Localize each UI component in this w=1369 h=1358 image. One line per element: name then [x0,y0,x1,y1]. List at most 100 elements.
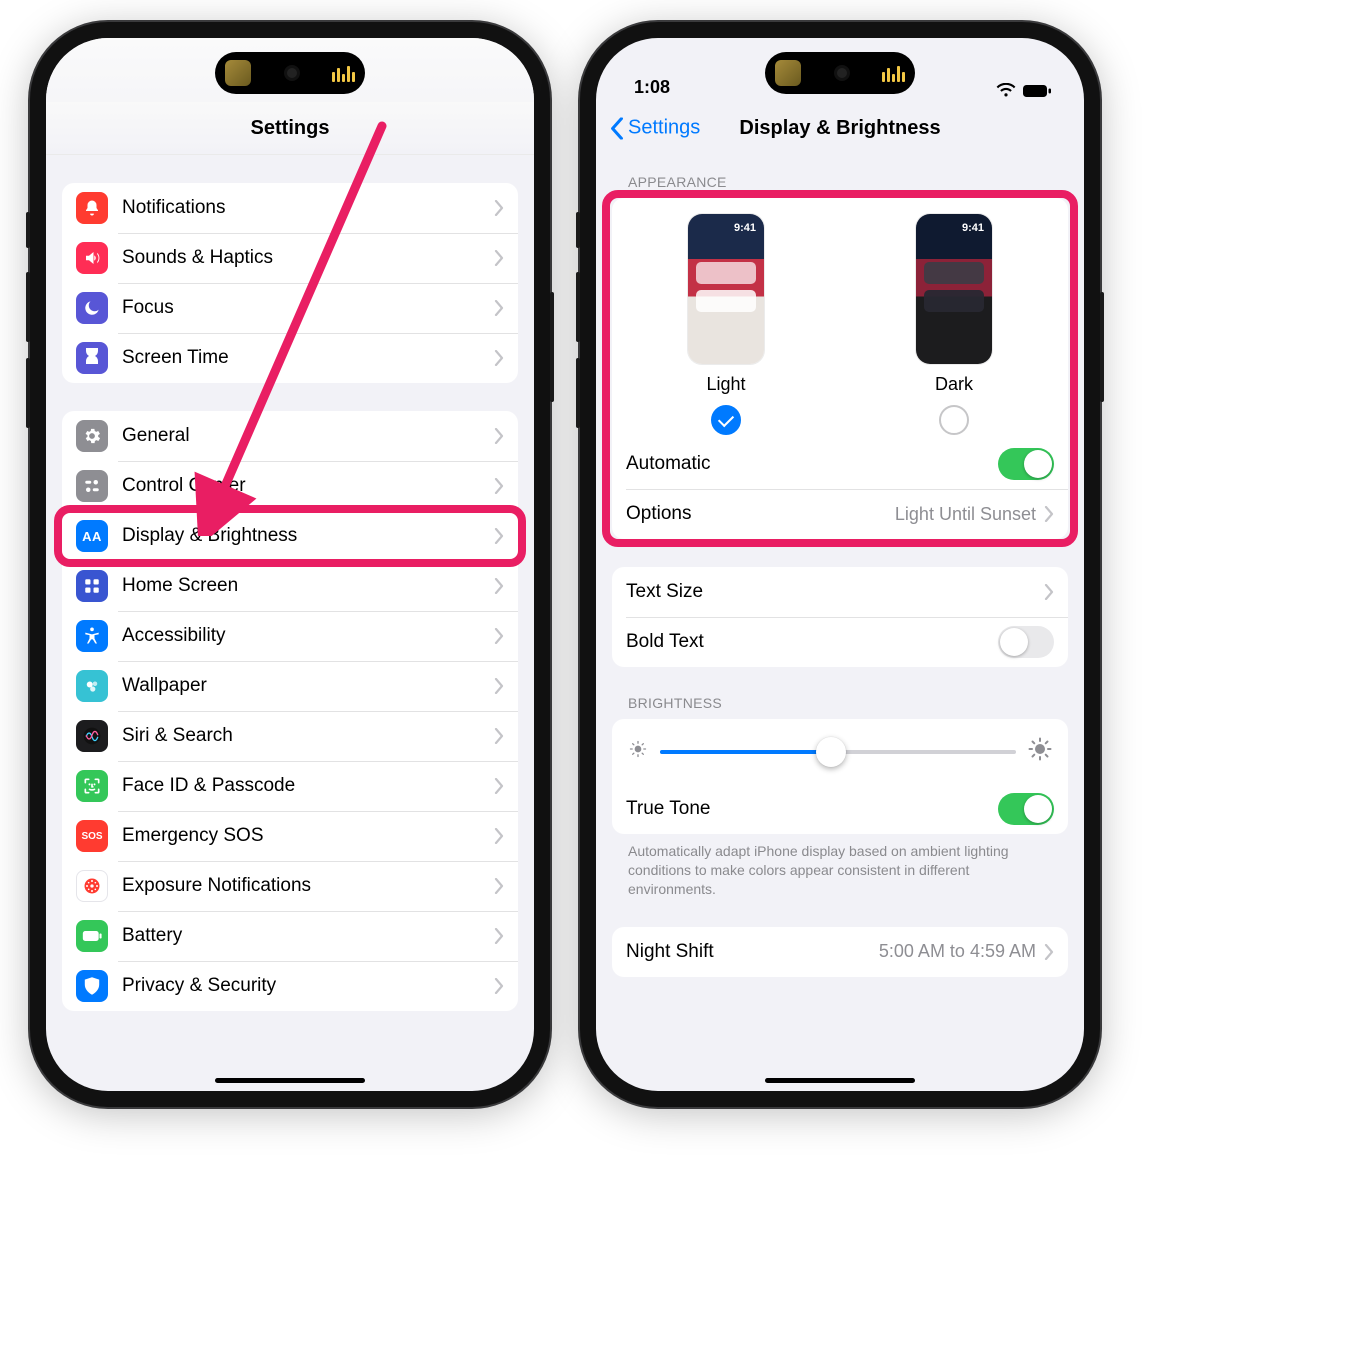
sun-min-icon [628,739,648,764]
settings-row-screentime[interactable]: Screen Time [62,333,518,383]
navbar: Settings Display & Brightness [596,102,1084,154]
row-label: Wallpaper [122,675,494,697]
settings-row-general[interactable]: General [62,411,518,461]
section-header-appearance: APPEARANCE [612,174,1068,198]
row-label: Control Center [122,475,494,497]
automatic-toggle[interactable] [998,448,1054,480]
row-label: Emergency SOS [122,825,494,847]
settings-row-sounds[interactable]: Sounds & Haptics [62,233,518,283]
row-label: Siri & Search [122,725,494,747]
light-preview-icon: 9:41 [688,214,764,364]
row-label: Screen Time [122,347,494,369]
focus-icon [76,292,108,324]
wifi-icon [996,83,1016,98]
chevron-right-icon [494,878,504,894]
chevron-right-icon [494,300,504,316]
row-label: Notifications [122,197,494,219]
audio-wave-icon [882,64,905,82]
row-label: Accessibility [122,625,494,647]
accessibility-icon [76,620,108,652]
settings-row-homescreen[interactable]: Home Screen [62,561,518,611]
chevron-right-icon [494,828,504,844]
battery-icon [76,920,108,952]
chevron-right-icon [1044,944,1054,960]
row-label: Home Screen [122,575,494,597]
chevron-right-icon [494,978,504,994]
settings-row-accessibility[interactable]: Accessibility [62,611,518,661]
now-playing-artwork-icon [225,60,251,86]
row-text-size[interactable]: Text Size [612,567,1068,617]
settings-row-privacy[interactable]: Privacy & Security [62,961,518,1011]
chevron-right-icon [494,200,504,216]
settings-row-exposure[interactable]: Exposure Notifications [62,861,518,911]
battery-icon [1022,84,1052,98]
true-tone-note: Automatically adapt iPhone display based… [612,834,1068,899]
night-shift-value: 5:00 AM to 4:59 AM [879,941,1036,962]
home-indicator[interactable] [215,1078,365,1083]
light-radio[interactable] [711,405,741,435]
options-value: Light Until Sunset [895,504,1036,525]
brightness-slider[interactable] [612,719,1068,784]
chevron-right-icon [494,528,504,544]
row-options[interactable]: Options Light Until Sunset [612,489,1068,539]
settings-row-controlcenter[interactable]: Control Center [62,461,518,511]
bold-text-toggle[interactable] [998,626,1054,658]
row-night-shift[interactable]: Night Shift 5:00 AM to 4:59 AM [612,927,1068,977]
settings-row-battery[interactable]: Battery [62,911,518,961]
controlcenter-icon [76,470,108,502]
slider-track[interactable] [660,750,1016,754]
phone-frame-right: 1:08 Settings Display & Brightness [580,22,1100,1107]
dynamic-island [765,52,915,94]
page-title: Settings [251,117,330,140]
faceid-icon [76,770,108,802]
settings-row-wallpaper[interactable]: Wallpaper [62,661,518,711]
row-automatic[interactable]: Automatic [612,439,1068,489]
light-label: Light [706,374,745,395]
phone-frame-left: 1:08 Settings NotificationsSounds & Hapt… [30,22,550,1107]
row-bold-text[interactable]: Bold Text [612,617,1068,667]
chevron-right-icon [494,628,504,644]
general-icon [76,420,108,452]
true-tone-toggle[interactable] [998,793,1054,825]
back-button[interactable]: Settings [610,117,700,140]
dynamic-island [215,52,365,94]
sos-icon: SOS [76,820,108,852]
dark-label: Dark [935,374,973,395]
siri-icon [76,720,108,752]
row-label: Exposure Notifications [122,875,494,897]
row-label: Privacy & Security [122,975,494,997]
chevron-right-icon [494,350,504,366]
row-label: Sounds & Haptics [122,247,494,269]
dark-radio[interactable] [939,405,969,435]
appearance-option-dark[interactable]: 9:41 Dark [851,214,1056,435]
wifi-icon [446,83,466,98]
appearance-option-light[interactable]: 9:41 Light [623,214,828,435]
notifications-icon [76,192,108,224]
homescreen-icon [76,570,108,602]
chevron-right-icon [1044,506,1054,522]
section-header-brightness: BRIGHTNESS [612,695,1068,719]
appearance-card: 9:41 Light 9:41 [612,198,1068,539]
row-true-tone[interactable]: True Tone [612,784,1068,834]
audio-wave-icon [332,64,355,82]
chevron-right-icon [494,728,504,744]
front-camera-icon [287,68,297,78]
wallpaper-icon [76,670,108,702]
settings-row-faceid[interactable]: Face ID & Passcode [62,761,518,811]
navbar: Settings [46,102,534,155]
front-camera-icon [837,68,847,78]
settings-row-siri[interactable]: Siri & Search [62,711,518,761]
settings-row-notifications[interactable]: Notifications [62,183,518,233]
screen-settings: 1:08 Settings NotificationsSounds & Hapt… [46,38,534,1091]
chevron-right-icon [494,428,504,444]
status-time: 1:08 [634,77,670,98]
home-indicator[interactable] [765,1078,915,1083]
screen-display-brightness: 1:08 Settings Display & Brightness [596,38,1084,1091]
settings-row-focus[interactable]: Focus [62,283,518,333]
exposure-icon [76,870,108,902]
chevron-right-icon [494,578,504,594]
settings-row-display[interactable]: AADisplay & Brightness [62,511,518,561]
settings-row-sos[interactable]: SOS Emergency SOS [62,811,518,861]
row-label: Focus [122,297,494,319]
slider-thumb[interactable] [816,737,846,767]
